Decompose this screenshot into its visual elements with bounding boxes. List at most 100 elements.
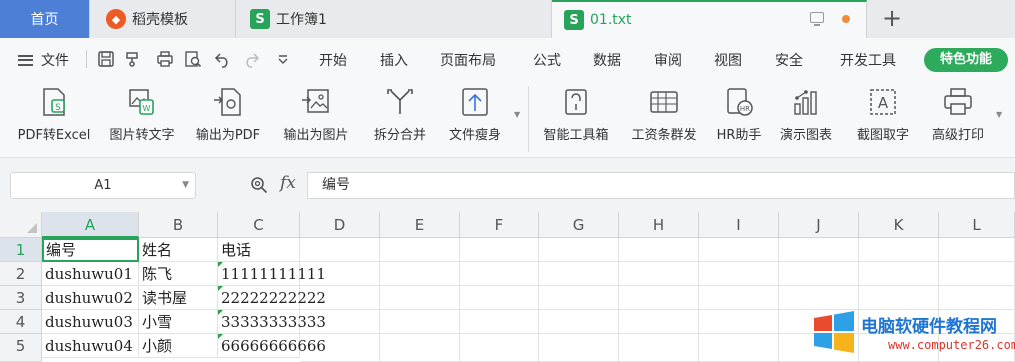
empty-cell[interactable]: [699, 286, 779, 310]
export-pdf-button[interactable]: 输出为PDF: [188, 84, 268, 154]
screenshot-ocr-button[interactable]: A 截图取字: [846, 84, 920, 154]
cell-b2[interactable]: 陈飞: [139, 262, 218, 286]
ribbon-more-chevron-icon[interactable]: ▼: [996, 110, 1002, 119]
advanced-print-button[interactable]: 高级打印: [924, 84, 992, 154]
name-box-chevron-down-icon[interactable]: ▼: [182, 173, 189, 198]
split-merge-button[interactable]: 拆分合并: [362, 84, 438, 154]
empty-cell[interactable]: [539, 286, 619, 310]
payslip-mass-send-button[interactable]: 工资条群发: [622, 84, 706, 154]
export-image-button[interactable]: 输出为图片: [274, 84, 358, 154]
formula-input[interactable]: 编号: [307, 172, 1015, 199]
empty-cell[interactable]: [699, 238, 779, 262]
undo-icon[interactable]: [214, 50, 232, 68]
row-header-3[interactable]: 3: [0, 286, 42, 310]
menu-view[interactable]: 视图: [714, 50, 742, 70]
column-header-i[interactable]: I: [699, 212, 779, 238]
empty-cell[interactable]: [699, 334, 779, 362]
empty-cell[interactable]: [619, 310, 699, 334]
empty-cell[interactable]: [779, 262, 859, 286]
file-menu[interactable]: 文件: [18, 50, 69, 70]
column-header-k[interactable]: K: [859, 212, 939, 238]
empty-cell[interactable]: [619, 286, 699, 310]
save-icon[interactable]: [97, 50, 115, 68]
empty-cell[interactable]: [859, 262, 939, 286]
cell-a2[interactable]: dushuwu01: [42, 262, 139, 286]
column-header-f[interactable]: F: [460, 212, 539, 238]
empty-cell[interactable]: [380, 310, 460, 334]
tab-home[interactable]: 首页: [0, 0, 90, 38]
cell-b5[interactable]: 小颜: [139, 334, 218, 358]
column-header-d[interactable]: D: [300, 212, 380, 238]
cell-c3[interactable]: 22222222222: [218, 286, 326, 310]
smart-toolbox-button[interactable]: 智能工具箱: [536, 84, 616, 154]
cell-a5[interactable]: dushuwu04: [42, 334, 139, 358]
menu-data[interactable]: 数据: [593, 50, 621, 70]
empty-cell[interactable]: [380, 262, 460, 286]
empty-cell[interactable]: [380, 238, 460, 262]
empty-cell[interactable]: [460, 334, 539, 362]
empty-cell[interactable]: [460, 286, 539, 310]
empty-cell[interactable]: [300, 238, 380, 262]
cell-c4[interactable]: 33333333333: [218, 310, 326, 334]
format-painter-icon[interactable]: [124, 50, 142, 68]
empty-cell[interactable]: [699, 262, 779, 286]
empty-cell[interactable]: [619, 334, 699, 362]
empty-cell[interactable]: [460, 238, 539, 262]
row-header-2[interactable]: 2: [0, 262, 42, 286]
cell-c1[interactable]: 电话: [218, 238, 300, 262]
tab-daoke-templates[interactable]: ◆ 稻壳模板: [90, 0, 236, 38]
menu-page-layout[interactable]: 页面布局: [440, 50, 496, 70]
cell-a4[interactable]: dushuwu03: [42, 310, 139, 334]
tab-workbook1[interactable]: S 工作簿1: [236, 0, 552, 38]
empty-cell[interactable]: [939, 238, 1015, 262]
redo-icon[interactable]: [242, 50, 260, 68]
empty-cell[interactable]: [939, 262, 1015, 286]
empty-cell[interactable]: [619, 262, 699, 286]
empty-cell[interactable]: [460, 310, 539, 334]
menu-developer[interactable]: 开发工具: [840, 50, 896, 70]
cell-b4[interactable]: 小雪: [139, 310, 218, 334]
cell-b3[interactable]: 读书屋: [139, 286, 218, 310]
empty-cell[interactable]: [699, 310, 779, 334]
special-features-button[interactable]: 特色功能: [924, 48, 1008, 72]
fx-icon[interactable]: fx: [280, 173, 296, 193]
print-icon[interactable]: [156, 50, 174, 68]
empty-cell[interactable]: [539, 238, 619, 262]
column-header-b[interactable]: B: [139, 212, 218, 238]
column-header-a[interactable]: A: [42, 212, 139, 238]
cell-a3[interactable]: dushuwu02: [42, 286, 139, 310]
column-header-g[interactable]: G: [539, 212, 619, 238]
image-to-text-button[interactable]: W 图片转文字: [102, 84, 182, 154]
empty-cell[interactable]: [460, 262, 539, 286]
print-preview-icon[interactable]: [184, 50, 202, 68]
cell-c2[interactable]: 11111111111: [218, 262, 326, 286]
menu-insert[interactable]: 插入: [380, 50, 408, 70]
magnifier-icon[interactable]: [250, 176, 268, 194]
monitor-icon[interactable]: [810, 12, 824, 26]
new-tab-plus-icon[interactable]: +: [878, 4, 906, 32]
empty-cell[interactable]: [859, 238, 939, 262]
empty-cell[interactable]: [380, 286, 460, 310]
row-header-4[interactable]: 4: [0, 310, 42, 334]
menu-security[interactable]: 安全: [775, 50, 803, 70]
customize-quick-access-chevron-icon[interactable]: [274, 50, 292, 68]
empty-cell[interactable]: [380, 334, 460, 362]
menu-start[interactable]: 开始: [319, 50, 347, 70]
menu-formulas[interactable]: 公式: [533, 50, 561, 70]
cell-c5[interactable]: 66666666666: [218, 334, 326, 358]
select-all-corner[interactable]: [0, 212, 42, 238]
ribbon-more-chevron-icon[interactable]: ▼: [514, 110, 520, 119]
row-header-5[interactable]: 5: [0, 334, 42, 362]
hr-assistant-button[interactable]: HR HR助手: [710, 84, 768, 154]
column-header-l[interactable]: L: [939, 212, 1015, 238]
pdf-to-excel-button[interactable]: S PDF转Excel: [10, 84, 98, 154]
cell-b1[interactable]: 姓名: [139, 238, 218, 262]
cell-a1[interactable]: 编号: [42, 238, 139, 262]
menu-review[interactable]: 审阅: [654, 50, 682, 70]
column-header-c[interactable]: C: [218, 212, 300, 238]
empty-cell[interactable]: [539, 334, 619, 362]
column-header-j[interactable]: J: [779, 212, 859, 238]
name-box[interactable]: A1 ▼: [10, 172, 196, 199]
empty-cell[interactable]: [539, 310, 619, 334]
empty-cell[interactable]: [539, 262, 619, 286]
